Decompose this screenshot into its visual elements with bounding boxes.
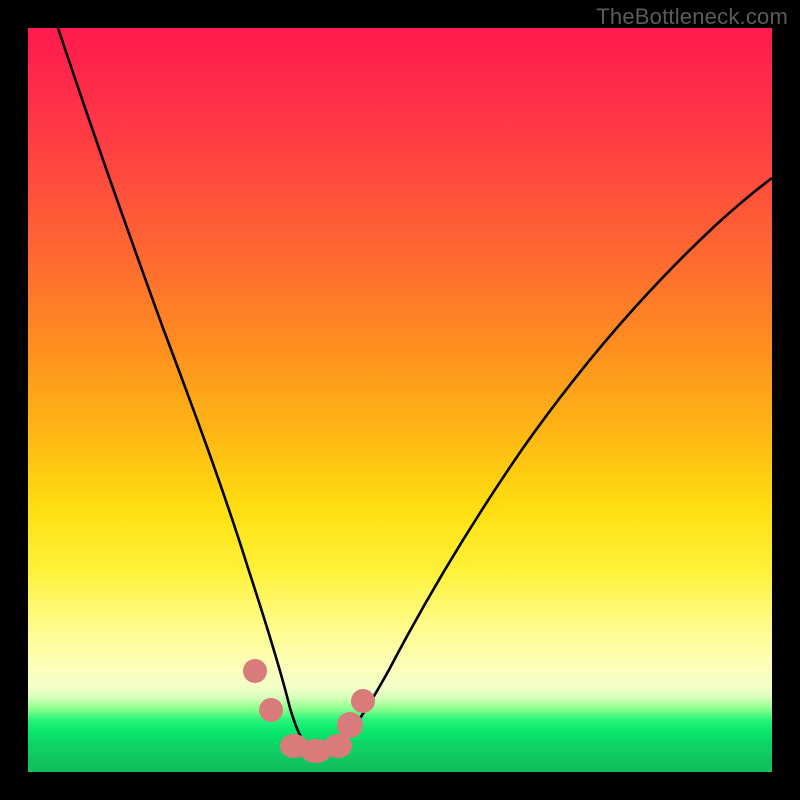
left-upper-dot <box>243 659 267 683</box>
bottleneck-curve <box>58 28 772 751</box>
curve-layer <box>28 28 772 772</box>
watermark-text: TheBottleneck.com <box>596 4 788 30</box>
chart-frame: TheBottleneck.com <box>0 0 800 800</box>
right-upper-dot <box>351 689 375 713</box>
right-lower-dot <box>337 712 363 738</box>
plot-area <box>28 28 772 772</box>
left-lower-dot <box>259 698 283 722</box>
markers <box>243 659 375 763</box>
